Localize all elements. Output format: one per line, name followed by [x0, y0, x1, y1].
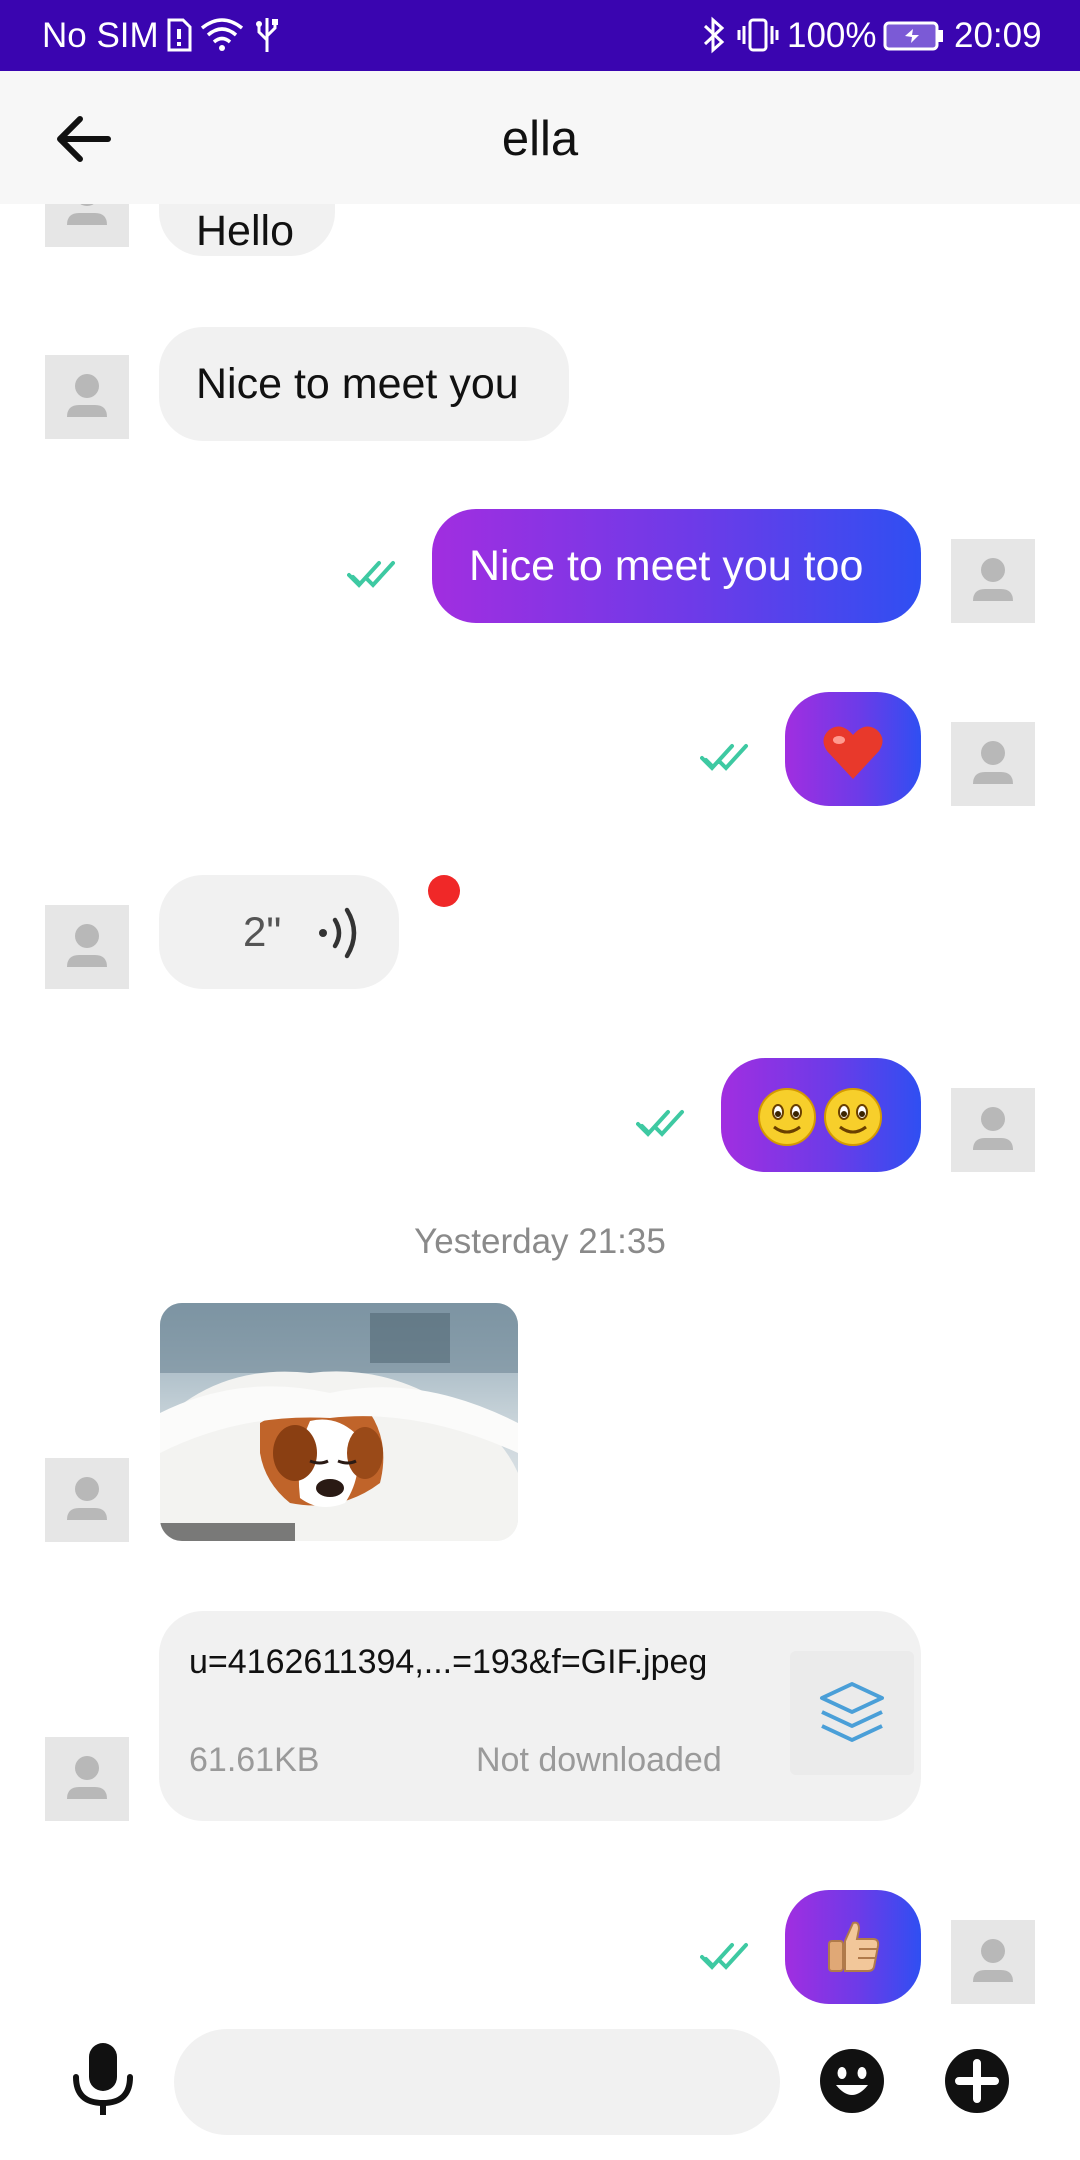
message-text: Nice to meet you: [196, 360, 519, 408]
emoji-button[interactable]: [818, 2047, 886, 2115]
message-text: Nice to meet you too: [469, 542, 864, 590]
message-bubble-outgoing[interactable]: Nice to meet you too: [432, 509, 921, 623]
my-avatar[interactable]: [951, 722, 1035, 806]
voice-message-bubble[interactable]: 2": [159, 875, 399, 989]
add-icon: [945, 2049, 1009, 2113]
read-ticks-icon: [700, 744, 748, 771]
message-bubble-outgoing[interactable]: [785, 1890, 921, 2004]
battery-percent: 100%: [787, 16, 877, 55]
status-bar: No SIM 100% 20:09: [0, 0, 1080, 71]
file-download-status: Not downloaded: [476, 1741, 722, 1779]
contact-avatar[interactable]: [45, 355, 129, 439]
voice-wave-icon: [319, 907, 357, 959]
unread-dot: [428, 875, 460, 907]
message-bubble-incoming[interactable]: Hello: [159, 204, 335, 256]
read-ticks-icon: [347, 561, 395, 588]
bluetooth-icon: [702, 16, 726, 59]
file-size: 61.61KB: [189, 1741, 320, 1779]
image-message[interactable]: [160, 1303, 518, 1541]
emoji-icon: [820, 2049, 884, 2113]
chat-header: ella: [0, 71, 1080, 204]
input-bar: [0, 2019, 1080, 2160]
contact-name: ella: [501, 112, 579, 166]
file-name: u=4162611394,...=193&f=GIF.jpeg: [189, 1643, 708, 1681]
contact-avatar[interactable]: [45, 1737, 129, 1821]
message-list[interactable]: Hello Nice to meet you Nice to meet you …: [0, 204, 1080, 2019]
puppy-photo: [160, 1303, 518, 1541]
thumbs-up-emoji-icon: [828, 1921, 880, 1972]
heart-emoji-icon: [823, 726, 883, 779]
carrier-label: No SIM: [42, 16, 159, 55]
contact-avatar[interactable]: [45, 1458, 129, 1542]
file-layers-icon: [820, 1682, 884, 1742]
timestamp-separator: Yesterday 21:35: [414, 1222, 666, 1261]
voice-input-button[interactable]: [66, 2039, 140, 2121]
my-avatar[interactable]: [951, 1088, 1035, 1172]
sim-icon: [166, 18, 192, 57]
clock: 20:09: [954, 16, 1042, 55]
message-bubble-outgoing[interactable]: [785, 692, 921, 806]
voice-duration: 2": [243, 908, 282, 955]
file-message-bubble[interactable]: u=4162611394,...=193&f=GIF.jpeg 61.61KB …: [159, 1611, 921, 1821]
message-input[interactable]: [174, 2029, 780, 2135]
vibrate-icon: [736, 16, 780, 59]
message-bubble-outgoing[interactable]: [721, 1058, 921, 1172]
message-bubble-incoming[interactable]: Nice to meet you: [159, 327, 569, 441]
wifi-icon: [200, 16, 244, 57]
contact-avatar[interactable]: [45, 204, 129, 247]
my-avatar[interactable]: [951, 539, 1035, 623]
file-type-button[interactable]: [790, 1651, 914, 1775]
add-attachment-button[interactable]: [943, 2047, 1011, 2115]
my-avatar[interactable]: [951, 1920, 1035, 2004]
read-ticks-icon: [700, 1943, 748, 1970]
smiley-emoji-icon: [758, 1088, 882, 1146]
contact-avatar[interactable]: [45, 905, 129, 989]
battery-charging-icon: [883, 20, 945, 57]
microphone-icon: [73, 2043, 133, 2115]
usb-icon: [255, 16, 279, 59]
message-text: Hello: [196, 207, 294, 255]
read-ticks-icon: [636, 1110, 684, 1137]
